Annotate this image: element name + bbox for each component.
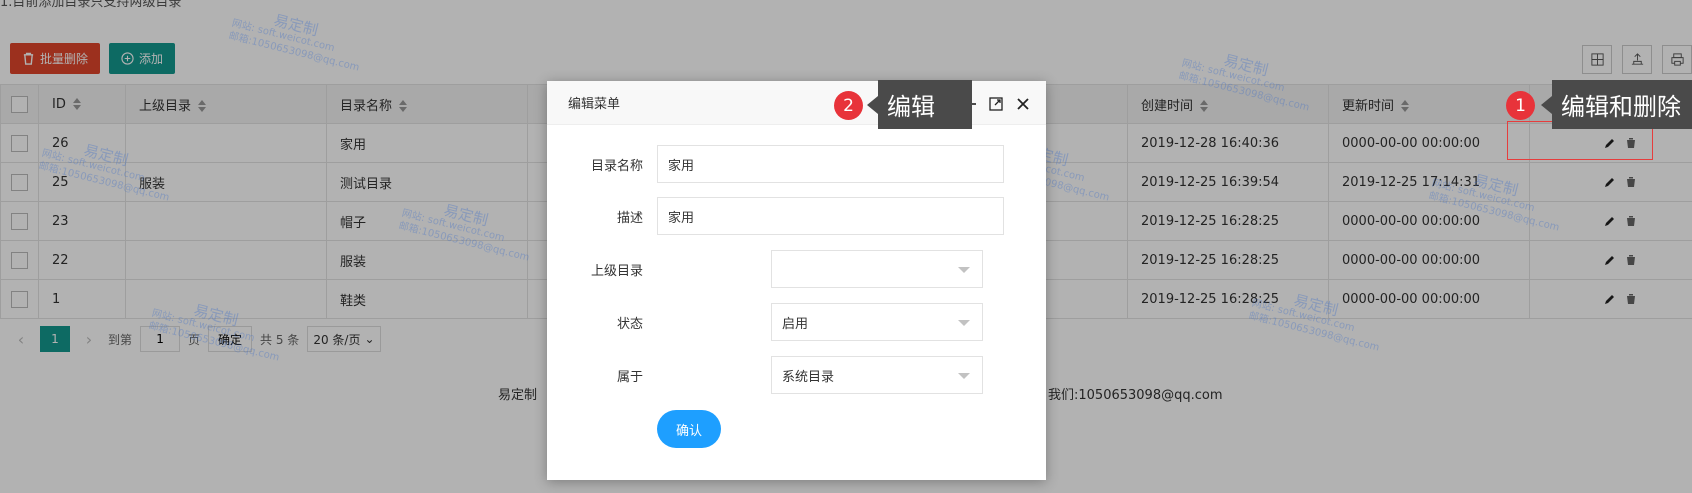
description-input[interactable]: 家用 (657, 197, 1004, 235)
parent-row: 上级目录 (547, 250, 983, 288)
confirm-button[interactable]: 确认 (657, 410, 721, 448)
annotation-badge-edit: 2 (834, 91, 863, 120)
belong-label: 属于 (616, 369, 643, 385)
edit-menu-dialog: 编辑菜单 目录名称 家用 描述 家用 上级目录 状态 启用 属于 系统目录 确认 (547, 81, 1046, 480)
annotation-badge-edit-delete: 1 (1506, 91, 1535, 120)
description-label: 描述 (616, 210, 643, 226)
annotation-callout-edit-delete: 编辑和删除 (1541, 80, 1692, 129)
annotation-callout-edit: 编辑 (867, 80, 972, 129)
close-icon[interactable] (1014, 95, 1032, 113)
name-row: 目录名称 家用 (547, 145, 1004, 183)
name-input[interactable]: 家用 (657, 145, 1004, 183)
dialog-title: 编辑菜单 (568, 97, 621, 112)
parent-label: 上级目录 (590, 263, 643, 279)
status-label: 状态 (616, 316, 643, 332)
name-label: 目录名称 (590, 158, 643, 174)
parent-select[interactable] (771, 250, 983, 288)
description-row: 描述 家用 (547, 197, 1004, 235)
status-row: 状态 启用 (547, 303, 983, 341)
maximize-icon[interactable] (987, 95, 1005, 113)
status-select[interactable]: 启用 (771, 303, 983, 341)
belong-select[interactable]: 系统目录 (771, 356, 983, 394)
belong-row: 属于 系统目录 (547, 356, 983, 394)
